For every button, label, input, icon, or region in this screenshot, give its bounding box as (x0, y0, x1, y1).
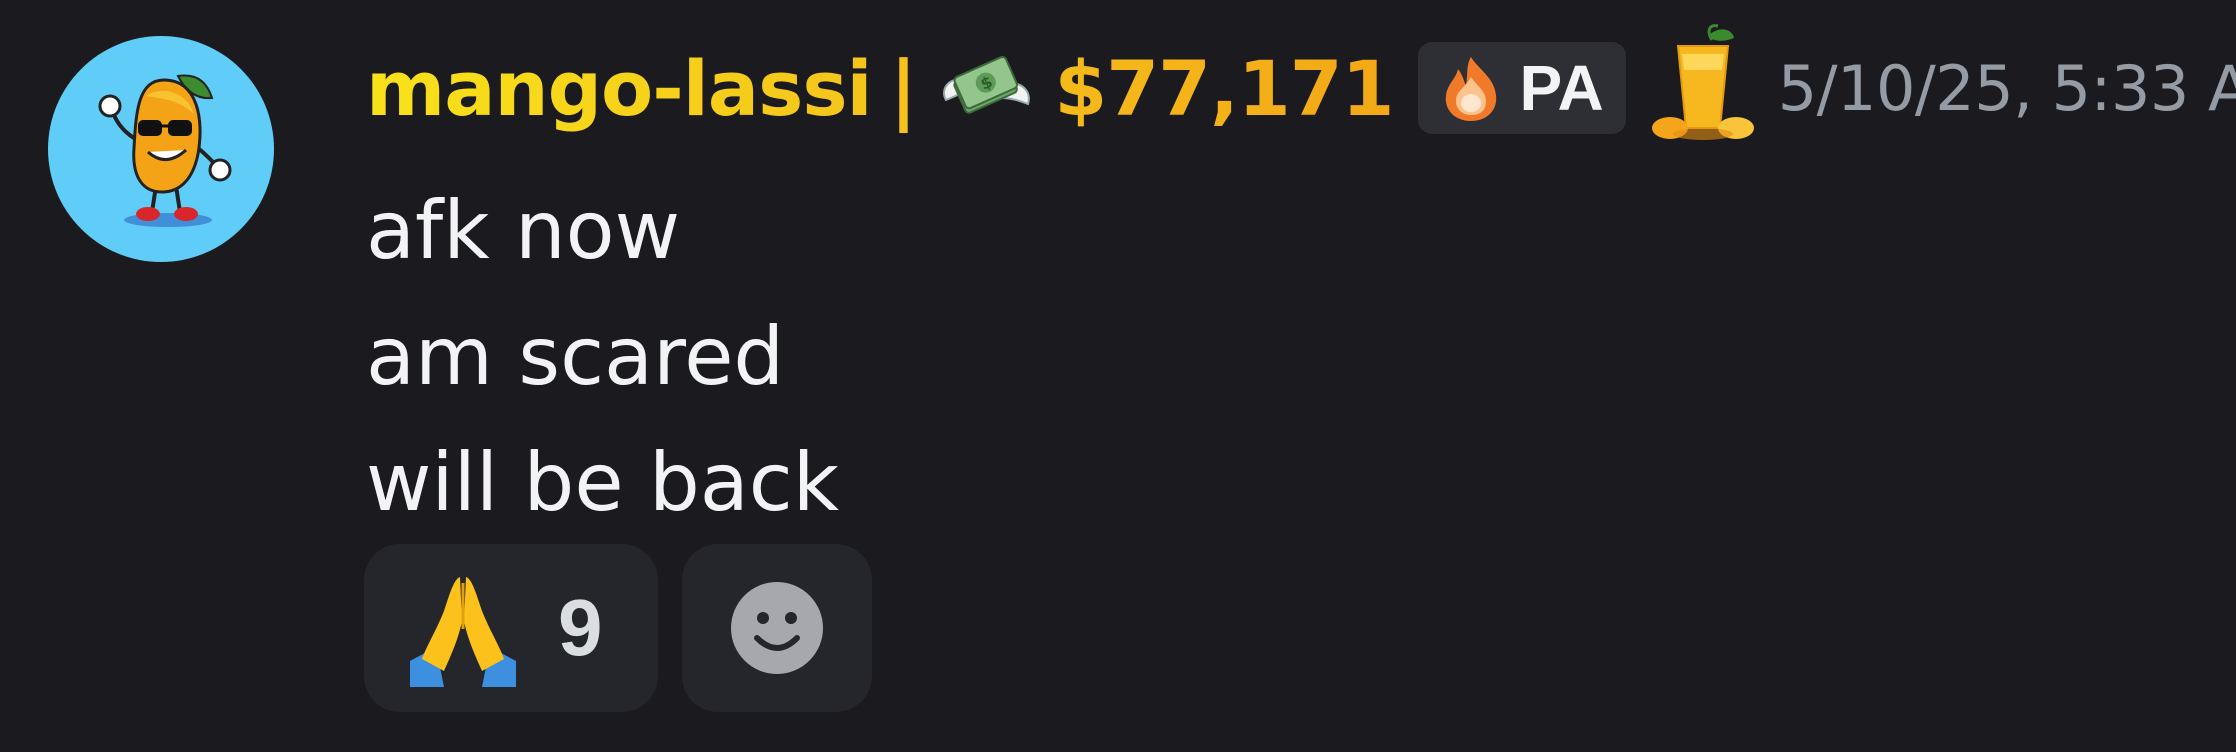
name-separator: | (889, 43, 917, 133)
reaction-folded-hands[interactable]: 9 (364, 544, 658, 712)
author-name: mango-lassi (366, 43, 872, 133)
guild-tag[interactable]: PA (1417, 42, 1626, 134)
avatar[interactable] (48, 36, 274, 262)
message-line: will be back (366, 436, 840, 529)
message-timestamp[interactable]: 5/10/25, 5:33 AM (1778, 52, 2236, 125)
message-header: mango-lassi | $ $77,171 PA 5/10/25, 5:33… (366, 24, 2236, 148)
flame-icon (1434, 51, 1508, 125)
mango-lassi-icon (1648, 24, 1758, 144)
smile-icon (729, 580, 825, 676)
reactions-bar: 9 (364, 544, 872, 712)
message-line: am scared (366, 310, 785, 403)
money-with-wings-icon: $ (938, 46, 1034, 130)
chat-message: mango-lassi | $ $77,171 PA 5/10/25, 5:33… (0, 0, 2236, 752)
folded-hands-icon (404, 569, 522, 687)
mango-character-icon (98, 74, 232, 227)
message-line: afk now (366, 184, 681, 277)
add-reaction-button[interactable] (682, 544, 872, 712)
username[interactable]: mango-lassi | $ $77,171 (366, 44, 1418, 133)
author-amount: $77,171 (1054, 43, 1394, 133)
reaction-count: 9 (558, 583, 603, 672)
message-content: afk now am scared will be back (366, 168, 839, 546)
guild-tag-label: PA (1519, 52, 1604, 124)
